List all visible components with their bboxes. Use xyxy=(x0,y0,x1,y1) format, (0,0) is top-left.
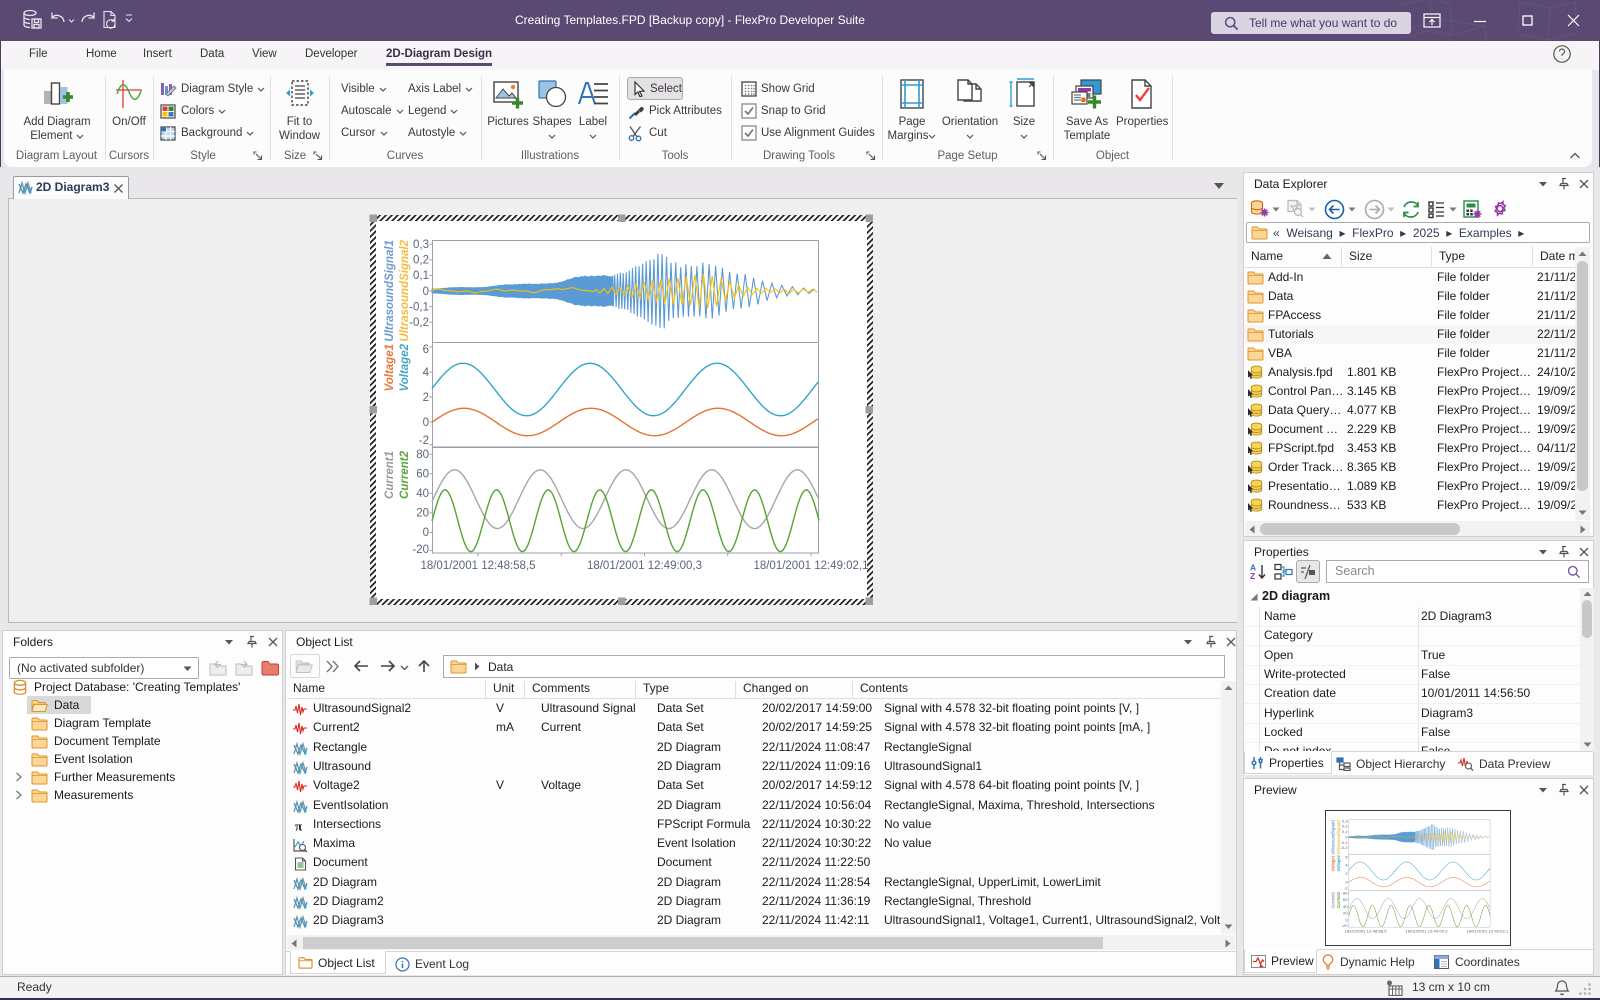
svg-text:UltrasoundSignal2: UltrasoundSignal2 xyxy=(399,239,411,341)
svg-text:2: 2 xyxy=(423,392,429,404)
svg-text:18/01/2001 12:49:00,3: 18/01/2001 12:49:00,3 xyxy=(587,560,702,572)
svg-text:4: 4 xyxy=(423,367,430,379)
svg-text:-20: -20 xyxy=(412,544,429,556)
svg-text:Voltage1: Voltage1 xyxy=(384,344,396,392)
svg-text:0: 0 xyxy=(423,417,429,429)
svg-text:18/01/2001 12:48:58,5: 18/01/2001 12:48:58,5 xyxy=(420,560,535,572)
svg-text:20: 20 xyxy=(416,508,429,520)
svg-text:18/01/2001 12:49:02,1: 18/01/2001 12:49:02,1 xyxy=(753,560,868,572)
svg-text:π: π xyxy=(295,819,302,833)
svg-text:0: 0 xyxy=(423,286,429,298)
svg-text:80: 80 xyxy=(416,449,429,461)
svg-text:Current1: Current1 xyxy=(384,451,396,499)
svg-text:0,1: 0,1 xyxy=(413,270,429,282)
svg-text:-0,2: -0,2 xyxy=(409,317,429,329)
svg-text:6: 6 xyxy=(423,344,429,356)
svg-text:40: 40 xyxy=(416,488,429,500)
svg-text:UltrasoundSignal1: UltrasoundSignal1 xyxy=(384,240,396,342)
svg-text:Z: Z xyxy=(1250,571,1255,581)
svg-text:60: 60 xyxy=(416,469,429,481)
svg-text:Current2: Current2 xyxy=(399,450,411,499)
svg-text:-2: -2 xyxy=(419,435,429,447)
svg-text:-0,1: -0,1 xyxy=(409,302,429,314)
svg-text:Voltage2: Voltage2 xyxy=(399,343,411,391)
svg-text:0,2: 0,2 xyxy=(413,255,429,267)
svg-text:0: 0 xyxy=(423,527,429,539)
svg-text:0,3: 0,3 xyxy=(413,239,429,251)
